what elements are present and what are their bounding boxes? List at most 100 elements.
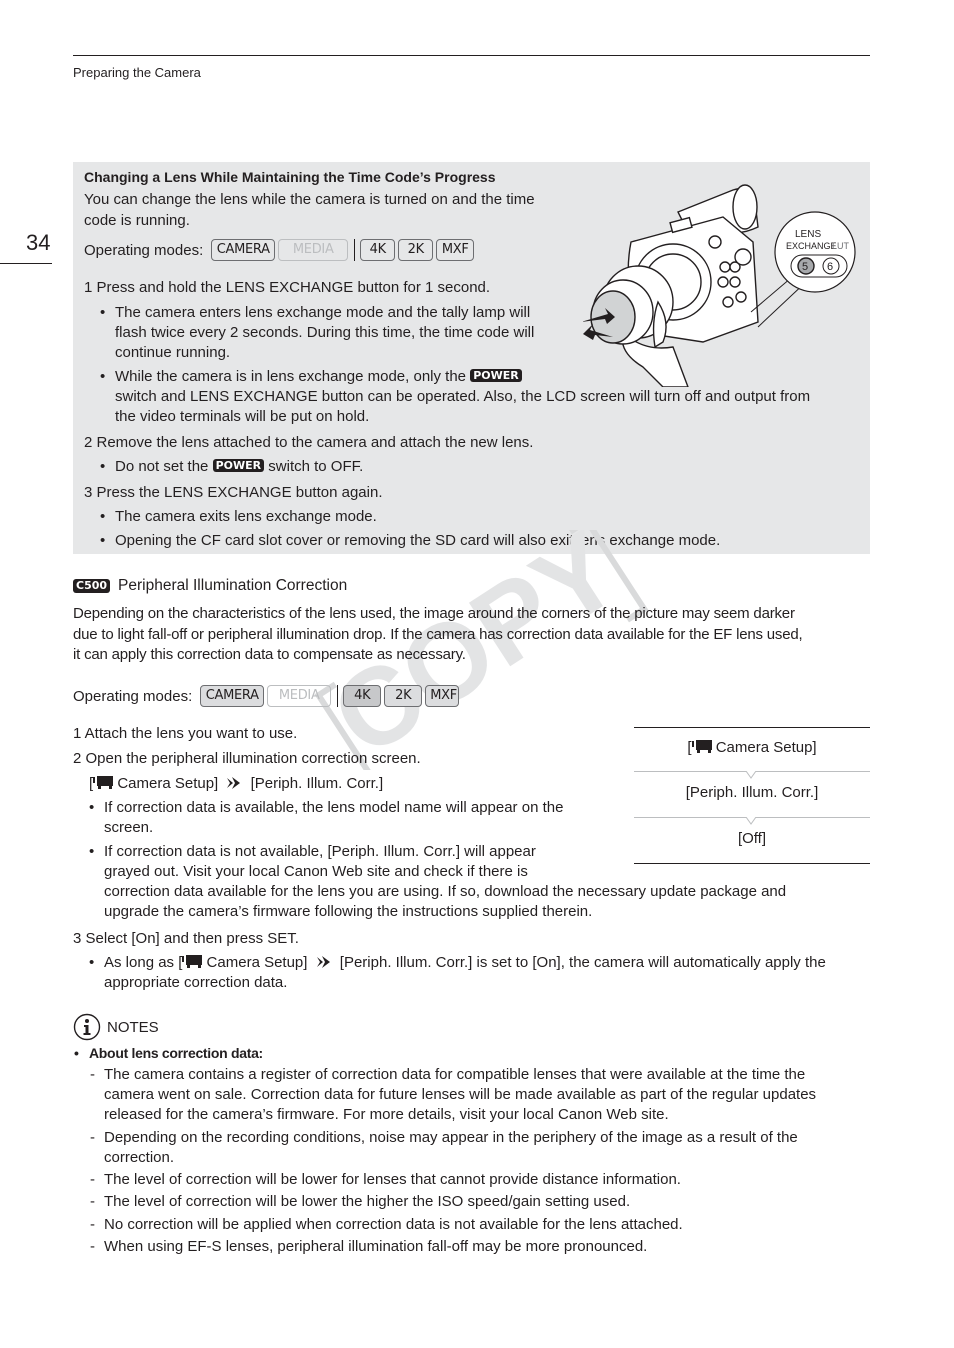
- section-title: Peripheral Illumination Correction: [118, 577, 348, 594]
- tip-intro: You can change the lens while the camera…: [84, 189, 574, 231]
- text-line: it can apply this correction data to com…: [73, 646, 466, 663]
- tip-intro-line: code is running.: [84, 212, 190, 229]
- mode-camera: CAMERA: [200, 685, 265, 707]
- mode-4k: 4K: [343, 685, 382, 707]
- text-line: screen.: [104, 819, 154, 836]
- text-line: camera went on sale. Correction data for…: [104, 1086, 817, 1103]
- top-rule: [73, 55, 870, 56]
- text-line: correction data available for the lens y…: [104, 883, 787, 900]
- note-item: When using EF-S lenses, peripheral illum…: [90, 1237, 647, 1257]
- tip-step-3-bullet-2: Opening the CF card slot cover or removi…: [100, 531, 720, 551]
- text-line: switch and LENS EXCHANGE button can be o…: [115, 388, 811, 405]
- text-line: appropriate correction data.: [104, 974, 288, 991]
- tip-step-1-bullet-1: The camera enters lens exchange mode and…: [100, 303, 535, 363]
- mode-separator: [354, 239, 356, 261]
- section-intro: Depending on the characteristics of the …: [73, 604, 873, 666]
- note-item: The level of correction will be lower th…: [90, 1192, 630, 1212]
- tip-box: Changing a Lens While Maintaining the Ti…: [73, 162, 870, 554]
- tip-title: Changing a Lens While Maintaining the Ti…: [84, 169, 496, 185]
- mode-camera: CAMERA: [211, 239, 276, 261]
- text-line: If correction data is available, the len…: [104, 799, 564, 816]
- step-2-bullet-1: If correction data is available, the len…: [89, 798, 564, 838]
- notes-label: NOTES: [107, 1018, 159, 1036]
- mode-2k: 2K: [398, 239, 434, 261]
- mode-2k: 2K: [384, 685, 423, 707]
- button-6-label: 6: [827, 261, 833, 273]
- tip-intro-line: You can change the lens while the camera…: [84, 191, 535, 208]
- page-number: 34: [26, 230, 51, 255]
- text-fragment: switch to OFF.: [268, 458, 364, 475]
- mode-separator: [337, 685, 339, 707]
- menu-item-camera-setup: [ Camera Setup]: [634, 739, 870, 756]
- power-switch-badge: POWER: [212, 459, 265, 472]
- text-line: Depending on the characteristics of the …: [73, 605, 795, 622]
- step-2: 2 Open the peripheral illumination corre…: [73, 750, 421, 767]
- text-line: released for the camera’s firmware. For …: [104, 1106, 669, 1123]
- text-line: Depending on the recording conditions, n…: [104, 1129, 798, 1146]
- text-fragment: Camera Setup]: [202, 954, 308, 971]
- section-operating-modes: Operating modes: CAMERA MEDIA 4K 2K MXF: [73, 685, 462, 707]
- callout-lut: LUT: [832, 241, 850, 251]
- running-head: Preparing the Camera: [73, 65, 201, 80]
- tip-step-1-bullet-2: While the camera is in lens exchange mod…: [100, 367, 811, 427]
- note-item: No correction will be applied when corre…: [90, 1215, 683, 1235]
- menu-item-off: [Off]: [737, 830, 767, 847]
- menu-arrow-icon: [227, 777, 241, 789]
- menu-path-diagram: [ Camera Setup] [Periph. Illum. Corr.] […: [634, 727, 870, 864]
- camera-setup-icon: [691, 740, 712, 753]
- menu-item-periph-illum-corr: [Periph. Illum. Corr.]: [685, 784, 819, 801]
- info-icon: [73, 1013, 101, 1041]
- camera-setup-icon: [93, 776, 114, 789]
- tip-step-2: 2 Remove the lens attached to the camera…: [84, 434, 534, 451]
- text-line: flash twice every 2 seconds. During this…: [115, 324, 535, 341]
- notes-heading: NOTES: [73, 1013, 159, 1041]
- operating-modes-label: Operating modes:: [84, 241, 204, 259]
- step-1: 1 Attach the lens you want to use.: [73, 725, 298, 742]
- mode-4k: 4K: [360, 239, 396, 261]
- section-heading: C500 Peripheral Illumination Correction: [73, 577, 347, 595]
- text-line: the video terminals will be put on hold.: [115, 408, 370, 425]
- callout-lens: LENS: [795, 229, 821, 240]
- mode-mxf: MXF: [425, 685, 460, 707]
- text-fragment: [Periph. Illum. Corr.] is set to [On], t…: [339, 954, 826, 971]
- step-3: 3 Select [On] and then press SET.: [73, 930, 299, 947]
- camera-setup-icon: [182, 955, 203, 968]
- tip-step-3-bullet-1: The camera exits lens exchange mode.: [100, 507, 377, 527]
- text-fragment: As long as [: [104, 954, 183, 971]
- tip-step-3: 3 Press the LENS EXCHANGE button again.: [84, 484, 383, 501]
- operating-modes-label: Operating modes:: [73, 687, 193, 705]
- page-number-rule: [0, 263, 52, 264]
- callout-exchange: EXCHANGE: [786, 241, 837, 251]
- text-fragment: Camera Setup]: [113, 775, 219, 792]
- text-line: The camera enters lens exchange mode and…: [115, 304, 531, 321]
- text-line: continue running.: [115, 344, 231, 361]
- tip-step-1: 1 Press and hold the LENS EXCHANGE butto…: [84, 279, 491, 296]
- text-line: due to light fall-off or peripheral illu…: [73, 625, 803, 643]
- model-badge: C500: [73, 579, 111, 593]
- text-line: upgrade the camera’s firmware following …: [104, 903, 593, 920]
- text-fragment: Do not set the: [115, 458, 209, 475]
- power-switch-badge: POWER: [470, 369, 522, 382]
- tip-step-2-bullet-1: Do not set the POWER switch to OFF.: [100, 457, 364, 477]
- note-item: The camera contains a register of correc…: [90, 1065, 817, 1125]
- step-2-menu-path: [ Camera Setup] [Periph. Illum. Corr.]: [89, 774, 383, 794]
- note-item: Depending on the recording conditions, n…: [90, 1128, 798, 1168]
- mode-mxf: MXF: [436, 239, 475, 261]
- mode-media: MEDIA: [267, 685, 332, 707]
- operating-modes: Operating modes: CAMERA MEDIA 4K 2K MXF: [84, 239, 477, 261]
- note-item: The level of correction will be lower fo…: [90, 1170, 681, 1190]
- text-line: correction.: [104, 1149, 175, 1166]
- notes-bullet-title: About lens correction data:: [74, 1043, 263, 1063]
- button-5-label: 5: [802, 261, 808, 273]
- menu-down-arrow-icon: [746, 771, 756, 779]
- text-line: grayed out. Visit your local Canon Web s…: [104, 863, 528, 880]
- text-fragment: [Periph. Illum. Corr.]: [250, 775, 384, 792]
- text-fragment: While the camera is in lens exchange mod…: [115, 368, 467, 385]
- text-line: The camera contains a register of correc…: [104, 1066, 806, 1083]
- mode-media: MEDIA: [278, 239, 349, 261]
- text-fragment: Camera Setup]: [711, 739, 817, 756]
- menu-arrow-icon: [316, 956, 330, 968]
- step-3-bullet-1: As long as [ Camera Setup] [Periph. Illu…: [89, 953, 826, 993]
- menu-down-arrow-icon: [746, 817, 756, 825]
- camera-lens-exchange-illustration: LENS EXCHANGE LUT 5 6: [583, 184, 856, 387]
